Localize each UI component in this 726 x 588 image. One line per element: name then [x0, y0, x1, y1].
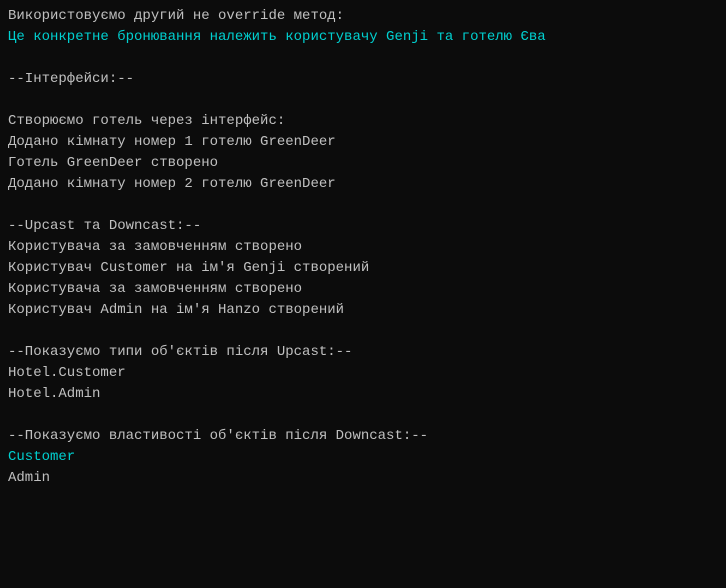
- terminal-line-6: Створюємо готель через інтерфейс:: [8, 111, 718, 132]
- terminal-line-11: --Upcast та Downcast:--: [8, 216, 718, 237]
- terminal-line-22: Customer: [8, 447, 718, 468]
- terminal-line-14: Користувача за замовченням створено: [8, 279, 718, 300]
- terminal-line-20: [8, 405, 718, 426]
- terminal-line-7: Додано кімнату номер 1 готелю GreenDeer: [8, 132, 718, 153]
- terminal-line-13: Користувач Customer на ім'я Genji створе…: [8, 258, 718, 279]
- terminal-line-10: [8, 195, 718, 216]
- terminal-line-19: Hotel.Admin: [8, 384, 718, 405]
- terminal-line-21: --Показуємо властивості об'єктів після D…: [8, 426, 718, 447]
- terminal-line-17: --Показуємо типи об'єктів після Upcast:-…: [8, 342, 718, 363]
- terminal-line-2: Це конкретне бронювання належить користу…: [8, 27, 718, 48]
- terminal-line-9: Додано кімнату номер 2 готелю GreenDeer: [8, 174, 718, 195]
- terminal-line-5: [8, 90, 718, 111]
- terminal-line-8: Готель GreenDeer створено: [8, 153, 718, 174]
- terminal-line-3: [8, 48, 718, 69]
- terminal-line-16: [8, 321, 718, 342]
- terminal-line-12: Користувача за замовченням створено: [8, 237, 718, 258]
- terminal-line-23: Admin: [8, 468, 718, 489]
- terminal-line-4: --Інтерфейси:--: [8, 69, 718, 90]
- terminal-line-1: Використовуємо другий не override метод:: [8, 6, 718, 27]
- terminal-line-18: Hotel.Customer: [8, 363, 718, 384]
- terminal-window: Використовуємо другий не override метод:…: [0, 0, 726, 588]
- terminal-line-15: Користувач Admin на ім'я Hanzo створений: [8, 300, 718, 321]
